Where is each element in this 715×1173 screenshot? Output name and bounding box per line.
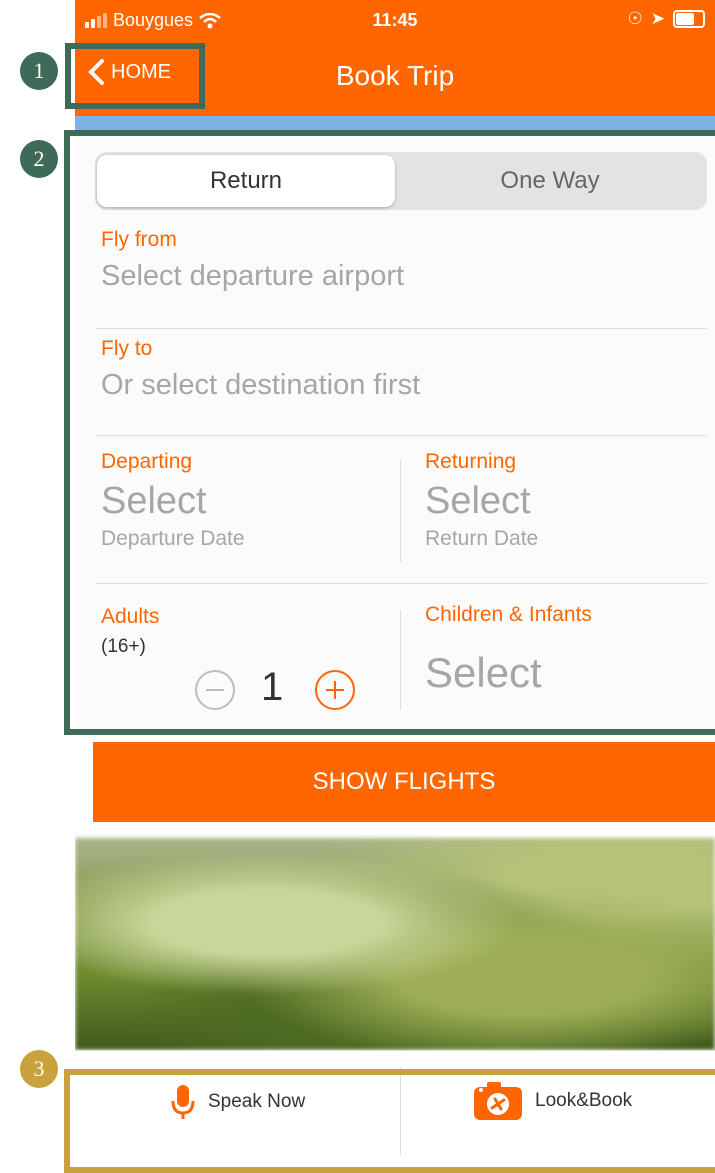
annotation-badge-3: 3 bbox=[20, 1050, 58, 1088]
location-icon: ➤ bbox=[650, 9, 665, 28]
status-right: ☉ ➤ bbox=[627, 9, 705, 29]
hedge-maze-photo bbox=[75, 838, 715, 1050]
annotation-badge-1: 1 bbox=[20, 52, 58, 90]
orientation-lock-icon: ☉ bbox=[627, 9, 643, 28]
status-time: 11:45 bbox=[372, 10, 418, 30]
annotation-box-1 bbox=[65, 43, 205, 109]
annotation-box-3 bbox=[64, 1069, 715, 1173]
annotation-box-2 bbox=[64, 130, 715, 735]
annotation-badge-2: 2 bbox=[20, 140, 58, 178]
show-flights-button[interactable]: SHOW FLIGHTS bbox=[93, 742, 715, 822]
status-bar: Bouygues 11:45 ☉ ➤ bbox=[75, 0, 715, 40]
battery-icon bbox=[673, 10, 705, 28]
